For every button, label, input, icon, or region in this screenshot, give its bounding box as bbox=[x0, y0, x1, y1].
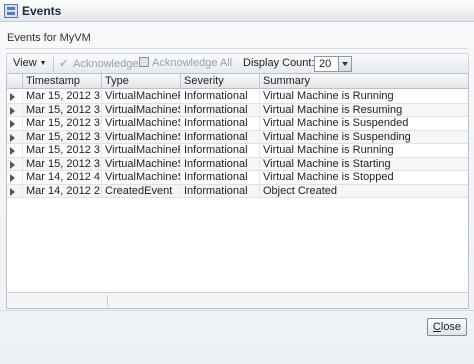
cell-timestamp: Mar 15, 2012 3:50: bbox=[22, 90, 101, 103]
cell-type: CreatedEvent bbox=[101, 184, 180, 198]
cell-summary: Virtual Machine is Running bbox=[259, 90, 468, 103]
cell-timestamp: Mar 15, 2012 3:46: bbox=[22, 103, 101, 117]
display-count-value: 20 bbox=[319, 58, 332, 70]
expand-triangle-icon[interactable] bbox=[10, 133, 15, 142]
cell-summary: Virtual Machine is Running bbox=[259, 144, 468, 157]
expand-triangle-icon[interactable] bbox=[10, 147, 15, 155]
expand-triangle-icon[interactable] bbox=[10, 160, 15, 169]
table-row[interactable]: Mar 15, 2012 3:41:VirtualMachineSusInfor… bbox=[7, 117, 468, 131]
footer-divider-line bbox=[0, 310, 474, 311]
header-divider bbox=[6, 48, 468, 49]
table-footer bbox=[7, 292, 468, 308]
cell-timestamp: Mar 15, 2012 3:41: bbox=[22, 144, 101, 157]
acknowledge-all-label: Acknowledge All bbox=[152, 57, 233, 69]
cell-severity: Informational bbox=[180, 103, 259, 117]
cell-type: VirtualMachineStop bbox=[101, 171, 180, 184]
cell-summary: Virtual Machine is Starting bbox=[259, 157, 468, 171]
acknowledge-button[interactable]: ✔ Acknowledge bbox=[59, 57, 138, 70]
cell-timestamp: Mar 15, 2012 3:41: bbox=[22, 157, 101, 171]
display-count-label: Display Count: bbox=[243, 57, 315, 69]
cell-timestamp: Mar 14, 2012 2:09: bbox=[22, 184, 101, 198]
window-titlebar: Events bbox=[0, 0, 474, 22]
close-mnemonic: C bbox=[432, 321, 441, 333]
view-menu-button[interactable]: View ▼ bbox=[13, 57, 47, 69]
check-icon: ✔ bbox=[59, 58, 69, 70]
cell-severity: Informational bbox=[180, 171, 259, 184]
expander-column-header bbox=[7, 74, 22, 89]
cell-summary: Object Created bbox=[259, 184, 468, 198]
cell-severity: Informational bbox=[180, 184, 259, 198]
cell-type: VirtualMachineRun bbox=[101, 90, 180, 103]
events-table: Timestamp Type Severity Summary Mar 15, … bbox=[6, 73, 469, 309]
page-subtitle: Events for MyVM bbox=[7, 32, 91, 44]
cell-timestamp: Mar 15, 2012 3:41: bbox=[22, 117, 101, 130]
window-title: Events bbox=[22, 4, 62, 18]
toolbar: View ▼ ✔ Acknowledge Acknowledge All Displ… bbox=[6, 53, 469, 73]
cell-type: VirtualMachineStar bbox=[101, 103, 180, 117]
expand-triangle-icon[interactable] bbox=[10, 93, 15, 101]
table-row[interactable]: Mar 14, 2012 4:06:VirtualMachineStopInfo… bbox=[7, 171, 468, 185]
expand-triangle-icon[interactable] bbox=[10, 174, 15, 182]
table-header: Timestamp Type Severity Summary bbox=[7, 74, 468, 89]
table-row[interactable]: Mar 14, 2012 2:09:CreatedEventInformatio… bbox=[7, 184, 468, 198]
table-row[interactable]: Mar 15, 2012 3:41:VirtualMachineRunInfor… bbox=[7, 144, 468, 158]
display-count-select[interactable]: 20 bbox=[314, 56, 352, 72]
cell-timestamp: Mar 15, 2012 3:41: bbox=[22, 130, 101, 144]
cell-severity: Informational bbox=[180, 144, 259, 157]
events-window-icon bbox=[4, 4, 18, 18]
cell-type: VirtualMachineRun bbox=[101, 144, 180, 157]
column-header-summary[interactable]: Summary bbox=[259, 74, 468, 89]
cell-summary: Virtual Machine is Stopped bbox=[259, 171, 468, 184]
column-header-severity[interactable]: Severity bbox=[180, 74, 259, 89]
events-dialog: Events for MyVM View ▼ ✔ Acknowledge Ackno… bbox=[0, 22, 474, 364]
column-header-type[interactable]: Type bbox=[101, 74, 180, 89]
expand-triangle-icon[interactable] bbox=[10, 106, 15, 115]
close-label: lose bbox=[440, 321, 462, 333]
cell-timestamp: Mar 14, 2012 4:06: bbox=[22, 171, 101, 184]
cell-summary: Virtual Machine is Suspending bbox=[259, 130, 468, 144]
cell-type: VirtualMachineSus bbox=[101, 117, 180, 130]
cell-severity: Informational bbox=[180, 117, 259, 130]
acknowledge-all-button[interactable]: Acknowledge All bbox=[139, 57, 232, 69]
table-row[interactable]: Mar 15, 2012 3:41:VirtualMachineStarInfo… bbox=[7, 157, 468, 171]
cell-type: VirtualMachineStar bbox=[101, 157, 180, 171]
table-row[interactable]: Mar 15, 2012 3:46:VirtualMachineStarInfo… bbox=[7, 103, 468, 117]
cell-severity: Informational bbox=[180, 130, 259, 144]
close-button[interactable]: Close bbox=[427, 318, 467, 336]
toolbar-divider bbox=[53, 57, 54, 71]
acknowledge-label: Acknowledge bbox=[73, 58, 139, 70]
cell-severity: Informational bbox=[180, 157, 259, 171]
table-row[interactable]: Mar 15, 2012 3:41:VirtualMachineStopInfo… bbox=[7, 130, 468, 144]
footer-divider bbox=[107, 295, 108, 307]
table-row[interactable]: Mar 15, 2012 3:50:VirtualMachineRunInfor… bbox=[7, 90, 468, 104]
cell-summary: Virtual Machine is Suspended bbox=[259, 117, 468, 130]
expand-triangle-icon[interactable] bbox=[10, 120, 15, 128]
column-header-timestamp[interactable]: Timestamp bbox=[22, 74, 101, 89]
cell-type: VirtualMachineStop bbox=[101, 130, 180, 144]
acknowledge-all-icon bbox=[139, 57, 149, 67]
view-menu-label: View bbox=[13, 57, 37, 69]
cell-severity: Informational bbox=[180, 90, 259, 103]
chevron-down-icon: ▼ bbox=[39, 60, 47, 67]
expand-triangle-icon[interactable] bbox=[10, 187, 15, 196]
dropdown-arrow-icon[interactable] bbox=[338, 57, 351, 71]
cell-summary: Virtual Machine is Resuming bbox=[259, 103, 468, 117]
